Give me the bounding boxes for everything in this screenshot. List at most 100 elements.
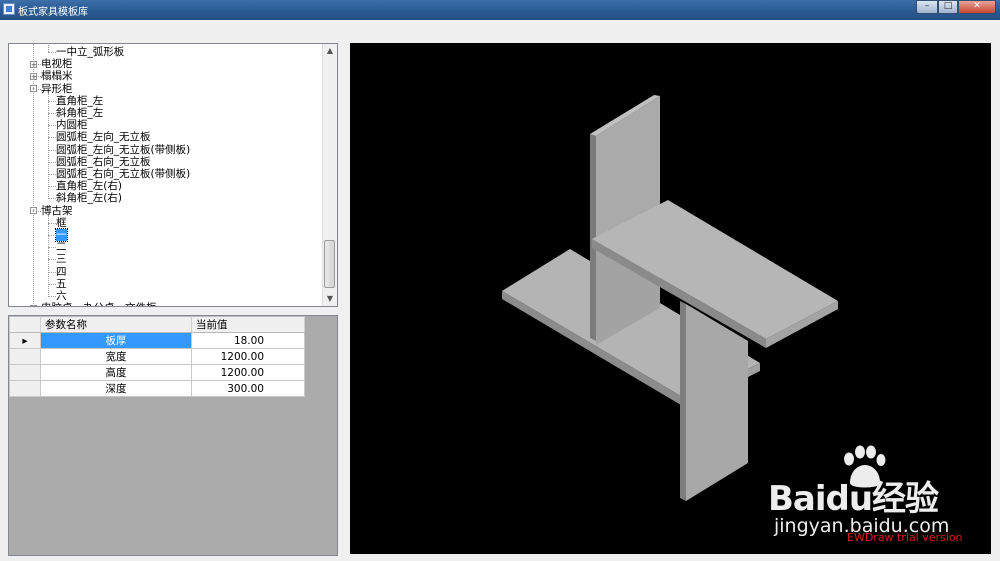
scroll-down-arrow-icon[interactable]: ▼ <box>323 292 337 306</box>
tree-connector <box>48 174 56 175</box>
tree-node-label: 直角柜_左(右) <box>56 180 122 193</box>
tree-node-label: 圆弧柜_左向_无立板 <box>56 131 151 144</box>
tree-scrollbar[interactable]: ▲ ▼ <box>322 44 337 306</box>
tree-node[interactable]: 直角柜_左 <box>56 95 103 107</box>
window-controls: – □ ✕ <box>916 0 996 14</box>
tree-node[interactable]: 一中立_弧形板 <box>56 46 124 58</box>
3d-viewport[interactable]: Baidu经验 jingyan.baidu.com EWDraw trial v… <box>350 43 991 554</box>
title-bar[interactable]: 板式家具模板库 – □ ✕ <box>0 0 1000 20</box>
tree-node[interactable]: 框 <box>56 217 67 229</box>
tree-node-label: 圆弧柜_右向_无立板 <box>56 155 151 168</box>
tree-node[interactable]: 圆弧柜_左向_无立板(带侧板) <box>56 144 190 156</box>
tree-connector <box>48 271 56 273</box>
param-value-cell[interactable]: 1200.00 <box>191 364 305 381</box>
tree-node[interactable]: 圆弧柜_右向_无立板(带侧板) <box>56 168 190 180</box>
param-value-cell[interactable]: 300.00 <box>191 380 305 397</box>
row-indicator-icon[interactable]: ▸ <box>9 332 41 349</box>
parameter-grid[interactable]: 参数名称 当前值 ▸ 板厚 18.00 宽度 1200.00 高度 1200.0… <box>8 315 338 556</box>
tree-node-label: 斜角柜_左(右) <box>56 192 122 205</box>
tree-node[interactable]: 圆弧柜_右向_无立板 <box>56 156 151 168</box>
tree-node-label: 电视柜 <box>41 58 73 71</box>
tree-node[interactable]: 直角柜_左(右) <box>56 180 122 192</box>
tree-connector <box>48 137 56 139</box>
tree-node-label: 三 <box>56 253 67 266</box>
table-row[interactable]: 深度 300.00 <box>9 380 305 397</box>
tree-connector <box>48 52 56 53</box>
tree-connector <box>48 149 56 151</box>
scroll-up-arrow-icon[interactable]: ▲ <box>323 44 337 58</box>
tree-node[interactable]: 榻榻米 <box>41 70 73 82</box>
param-name-cell[interactable]: 宽度 <box>40 348 192 365</box>
param-value-cell[interactable]: 18.00 <box>191 332 305 349</box>
lower-panel-face <box>686 304 748 501</box>
trial-version-label: EWDraw trial version <box>847 531 963 544</box>
middle-panel-side <box>590 243 596 341</box>
table-row[interactable]: 宽度 1200.00 <box>9 348 305 365</box>
tree-node-label: 框 <box>56 216 67 229</box>
tree-node-label: 电脑桌，办公桌，文件柜 <box>41 302 157 306</box>
tree-node[interactable]: 博古架 <box>41 205 73 217</box>
template-tree[interactable]: 一中立_弧形板 电视柜 + 榻榻米 + 异形柜 - 直角柜_左 斜角柜_左 内圆柜 圆弧柜_左向_无… <box>8 43 338 307</box>
row-header[interactable] <box>9 348 41 365</box>
tree-node[interactable]: 电视柜 <box>41 58 73 70</box>
close-button[interactable]: ✕ <box>958 0 996 14</box>
minimize-button[interactable]: – <box>916 0 938 14</box>
tree-connector <box>48 92 49 200</box>
tree-node[interactable]: 五 <box>56 278 67 290</box>
tree-connector <box>48 247 56 249</box>
tree-connector <box>48 186 56 188</box>
tree-node[interactable]: 二 <box>56 241 67 253</box>
tree-node-label: 斜角柜_左 <box>56 107 104 119</box>
tree-connector <box>48 259 56 261</box>
table-row[interactable]: 高度 1200.00 <box>9 364 305 381</box>
tree-node-label: 内圆柜 <box>56 119 88 132</box>
column-header-value[interactable]: 当前值 <box>191 316 305 333</box>
tree-node[interactable]: 一 <box>55 228 68 242</box>
table-row[interactable]: ▸ 板厚 18.00 <box>9 332 305 349</box>
tree-connector <box>48 222 56 224</box>
window-title: 板式家具模板库 <box>18 7 88 18</box>
tree-node[interactable]: 内圆柜 <box>56 119 88 131</box>
tree-connector <box>48 44 49 52</box>
tree-connector <box>48 113 56 114</box>
tree-node-label: 一中立_弧形板 <box>56 46 125 58</box>
tree-node[interactable]: 三 <box>56 253 67 265</box>
tree-connector <box>48 283 56 285</box>
row-header[interactable] <box>9 364 41 381</box>
tree-node-label: 圆弧柜_右向_无立板(带侧板) <box>56 168 191 180</box>
tree-node-label: 四 <box>56 265 67 278</box>
scroll-thumb[interactable] <box>324 240 335 288</box>
tree-node-label: 一 <box>55 228 68 242</box>
tree-node-label: 博古架 <box>41 204 73 217</box>
tree-node-label: 直角柜_左 <box>56 94 104 107</box>
tree-connector <box>48 235 56 236</box>
tree-node[interactable]: 斜角柜_左(右) <box>56 192 122 204</box>
grid-header-row: 参数名称 当前值 <box>9 316 305 333</box>
tree-connector <box>48 214 49 297</box>
tree-connector <box>48 161 56 163</box>
tree-node[interactable]: 电脑桌，办公桌，文件柜 <box>41 302 157 306</box>
column-header-name[interactable]: 参数名称 <box>40 316 192 333</box>
tree-node[interactable]: 六 <box>56 290 67 302</box>
tree-node-label: 异形柜 <box>41 82 73 95</box>
param-name-cell[interactable]: 深度 <box>40 380 192 397</box>
tree-node[interactable]: 斜角柜_左 <box>56 107 103 119</box>
baidu-watermark: Baidu经验 jingyan.baidu.com <box>768 445 949 537</box>
tree-list: 一中立_弧形板 电视柜 + 榻榻米 + 异形柜 - 直角柜_左 斜角柜_左 内圆柜 圆弧柜_左向_无… <box>9 44 323 306</box>
maximize-button[interactable]: □ <box>938 0 958 14</box>
param-value-cell[interactable]: 1200.00 <box>191 348 305 365</box>
grid-corner <box>9 316 41 333</box>
tree-connector <box>33 44 34 306</box>
row-header[interactable] <box>9 380 41 397</box>
param-name-cell[interactable]: 高度 <box>40 364 192 381</box>
tree-connector <box>48 100 56 102</box>
param-name-cell[interactable]: 板厚 <box>40 332 192 349</box>
tree-connector <box>48 198 56 200</box>
tree-node[interactable]: 圆弧柜_左向_无立板 <box>56 131 151 143</box>
tree-connector <box>48 125 56 127</box>
tree-node-label: 二 <box>56 241 67 254</box>
tree-node[interactable]: 异形柜 <box>41 83 73 95</box>
tree-node[interactable]: 四 <box>56 266 67 278</box>
tree-node-label: 六 <box>56 290 67 302</box>
watermark-logo-text: Baidu经验 <box>768 479 939 519</box>
